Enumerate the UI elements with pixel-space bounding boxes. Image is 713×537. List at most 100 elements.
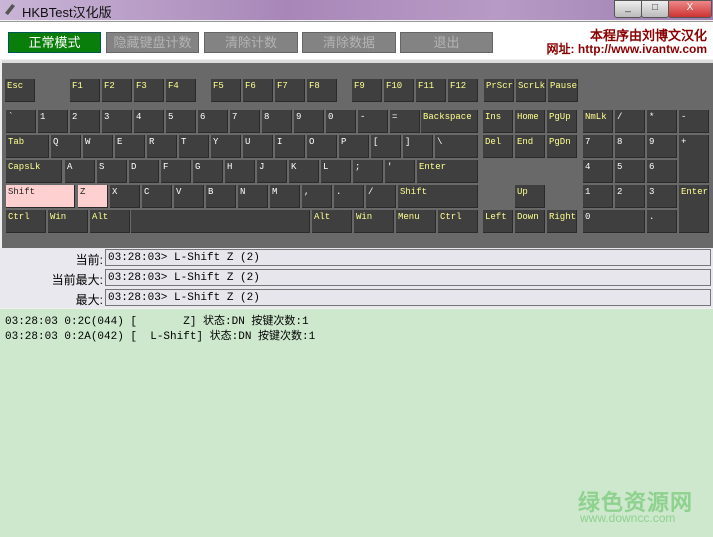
key-ctrl[interactable]: Ctrl [438,210,478,233]
exit-button[interactable]: 退出 [400,32,493,53]
key-1[interactable]: 1 [583,185,613,208]
key-8[interactable]: 8 [262,110,292,133]
hide-keyboard-count-button[interactable]: 隐藏键盘计数 [106,32,199,53]
key-sym36[interactable]: - [679,110,709,133]
key-ins[interactable]: Ins [483,110,513,133]
key-right[interactable]: Right [547,210,577,233]
key-5[interactable]: 5 [615,160,645,183]
key-enter[interactable]: Enter [679,185,709,233]
key-f[interactable]: F [161,160,191,183]
key-b[interactable]: B [206,185,236,208]
key-n[interactable]: N [238,185,268,208]
key-z[interactable]: Z [78,185,108,208]
key-sym82[interactable]: , [302,185,332,208]
website-link[interactable]: 网址: http://www.ivantw.com [547,40,707,57]
key-u[interactable]: U [243,135,273,158]
key-f1[interactable]: F1 [70,79,100,102]
key-backspace[interactable]: Backspace [421,110,478,133]
key-m[interactable]: M [270,185,300,208]
key-sym103[interactable]: . [647,210,677,233]
key-s[interactable]: S [97,160,127,183]
key-0[interactable]: 0 [583,210,645,233]
key-y[interactable]: Y [211,135,241,158]
key-f11[interactable]: F11 [416,79,446,102]
normal-mode-button[interactable]: 正常模式 [8,32,101,53]
key-f6[interactable]: F6 [243,79,273,102]
key-pgdn[interactable]: PgDn [547,135,577,158]
key-2[interactable]: 2 [70,110,100,133]
key-sym27[interactable]: - [358,110,388,133]
key-d[interactable]: D [129,160,159,183]
key-pgup[interactable]: PgUp [547,110,577,133]
key-a[interactable]: A [65,160,95,183]
key-f10[interactable]: F10 [384,79,414,102]
key-menu[interactable]: Menu [396,210,436,233]
key-q[interactable]: Q [51,135,81,158]
key-3[interactable]: 3 [647,185,677,208]
key-6[interactable]: 6 [198,110,228,133]
key-l[interactable]: L [321,160,351,183]
key-1[interactable]: 1 [38,110,68,133]
key-c[interactable]: C [142,185,172,208]
key-f5[interactable]: F5 [211,79,241,102]
key-shift[interactable]: Shift [398,185,478,208]
key-9[interactable]: 9 [294,110,324,133]
key-4[interactable]: 4 [134,110,164,133]
key-o[interactable]: O [307,135,337,158]
key-shift[interactable]: Shift [6,185,75,208]
key-h[interactable]: H [225,160,255,183]
close-button[interactable]: X [668,0,712,18]
key-home[interactable]: Home [515,110,545,133]
key-f9[interactable]: F9 [352,79,382,102]
key-8[interactable]: 8 [615,135,645,158]
key-capslk[interactable]: CapsLk [6,160,62,183]
key-r[interactable]: R [147,135,177,158]
key-i[interactable]: I [275,135,305,158]
key-9[interactable]: 9 [647,135,677,158]
key-up[interactable]: Up [515,185,545,208]
key-sym48[interactable]: [ [371,135,401,158]
clear-count-button[interactable]: 清除计数 [204,32,298,53]
key-sym16[interactable]: ` [6,110,36,133]
key-scrlk[interactable]: ScrLk [516,79,546,102]
key-alt[interactable]: Alt [90,210,130,233]
key-f12[interactable]: F12 [448,79,478,102]
key-e[interactable]: E [115,135,145,158]
key-del[interactable]: Del [483,135,513,158]
key-3[interactable]: 3 [102,110,132,133]
key-pause[interactable]: Pause [548,79,578,102]
key-7[interactable]: 7 [583,135,613,158]
key-space[interactable] [131,210,310,233]
key-left[interactable]: Left [483,210,513,233]
minimize-button[interactable]: _ [614,0,642,18]
key-down[interactable]: Down [515,210,545,233]
key-sym57[interactable]: + [679,135,709,183]
key-tab[interactable]: Tab [6,135,49,158]
key-j[interactable]: J [257,160,287,183]
key-prscr[interactable]: PrScr [484,79,514,102]
key-t[interactable]: T [179,135,209,158]
key-f8[interactable]: F8 [307,79,337,102]
key-f3[interactable]: F3 [134,79,164,102]
key-sym49[interactable]: ] [403,135,433,158]
key-f2[interactable]: F2 [102,79,132,102]
key-g[interactable]: G [193,160,223,183]
clear-data-button[interactable]: 清除数据 [302,32,396,53]
maximize-button[interactable]: □ [641,0,669,18]
key-win[interactable]: Win [48,210,88,233]
key-win[interactable]: Win [354,210,394,233]
key-nmlk[interactable]: NmLk [583,110,613,133]
key-sym84[interactable]: / [366,185,396,208]
key-f7[interactable]: F7 [275,79,305,102]
key-x[interactable]: X [110,185,140,208]
key-ctrl[interactable]: Ctrl [6,210,46,233]
key-f4[interactable]: F4 [166,79,196,102]
key-p[interactable]: P [339,135,369,158]
key-sym28[interactable]: = [390,110,420,133]
key-sym69[interactable]: ' [385,160,415,183]
key-esc[interactable]: Esc [5,79,35,102]
key-4[interactable]: 4 [583,160,613,183]
key-k[interactable]: K [289,160,319,183]
key-end[interactable]: End [515,135,545,158]
key-sym50[interactable]: \ [435,135,478,158]
